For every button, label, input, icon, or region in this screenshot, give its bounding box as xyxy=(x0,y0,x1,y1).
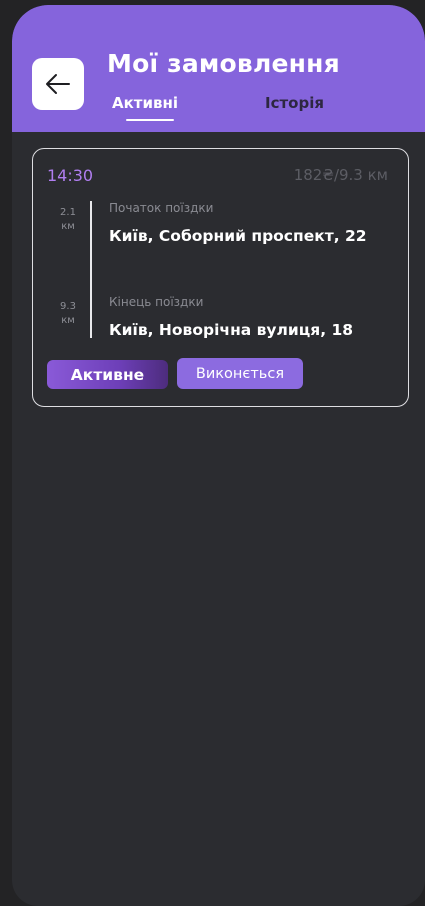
header-bar: Мої замовлення Активні Історія xyxy=(12,5,425,132)
app-screen: Мої замовлення Активні Історія 14:30 182… xyxy=(12,5,425,906)
end-label: Кінець поїздки xyxy=(109,295,204,309)
status-badge-active: Активне xyxy=(47,360,168,389)
start-distance-unit: км xyxy=(61,221,75,232)
order-time: 14:30 xyxy=(47,166,94,185)
page-title: Мої замовлення xyxy=(107,49,340,78)
start-distance: 2.1 км xyxy=(55,206,81,234)
arrow-left-icon xyxy=(46,74,70,94)
end-address: Київ, Новорічна вулиця, 18 xyxy=(109,321,354,339)
order-card[interactable]: 14:30 182₴/9.3 км 2.1 км Початок поїздки… xyxy=(32,148,409,407)
route-line xyxy=(90,201,92,338)
start-address: Київ, Соборний проспект, 22 xyxy=(109,227,367,245)
end-distance-unit: км xyxy=(61,315,75,326)
active-tab-indicator xyxy=(126,119,174,121)
back-button[interactable] xyxy=(32,58,84,110)
tab-active[interactable]: Активні xyxy=(112,94,178,112)
end-distance-value: 9.3 xyxy=(60,301,76,312)
order-price-distance: 182₴/9.3 км xyxy=(293,166,388,184)
start-distance-value: 2.1 xyxy=(60,207,76,218)
end-distance: 9.3 км xyxy=(55,300,81,328)
start-label: Початок поїздки xyxy=(109,201,214,215)
status-badge-in-progress: Виконється xyxy=(177,358,303,389)
tab-history[interactable]: Історія xyxy=(265,94,324,112)
